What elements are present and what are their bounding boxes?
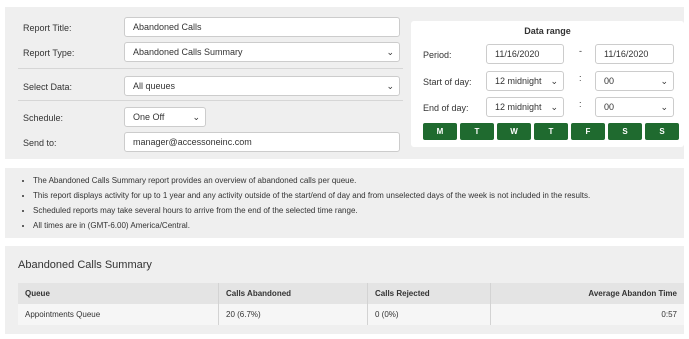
- chevron-down-icon: ⌄: [386, 47, 394, 57]
- report-type-select[interactable]: Abandoned Calls Summary ⌄: [124, 42, 400, 62]
- start-hour-value: 12 midnight: [495, 76, 542, 86]
- note-item: This report displays activity for up to …: [33, 188, 684, 203]
- start-of-day-row: Start of day: 12 midnight ⌄ : 00 ⌄: [423, 71, 679, 91]
- period-to-value: 11/16/2020: [604, 49, 649, 59]
- chevron-down-icon: ⌄: [550, 102, 558, 112]
- report-type-label: Report Type:: [23, 48, 75, 58]
- schedule-value: One Off: [133, 112, 165, 122]
- period-label: Period:: [423, 50, 452, 60]
- summary-table: Queue Calls Abandoned Calls Rejected Ave…: [18, 283, 684, 325]
- end-separator: :: [579, 99, 582, 109]
- send-to-value: manager@accessoneinc.com: [133, 137, 252, 147]
- chevron-down-icon: ⌄: [660, 102, 668, 112]
- report-title-input[interactable]: Abandoned Calls: [124, 17, 400, 37]
- cell-calls-rejected: 0 (0%): [368, 304, 491, 325]
- day-toggle-wednesday[interactable]: W: [497, 123, 531, 140]
- start-minute-select[interactable]: 00 ⌄: [595, 71, 674, 91]
- column-header-calls-abandoned[interactable]: Calls Abandoned: [219, 283, 368, 304]
- report-notes: The Abandoned Calls Summary report provi…: [5, 168, 684, 238]
- send-to-input[interactable]: manager@accessoneinc.com: [124, 132, 400, 152]
- summary-title: Abandoned Calls Summary: [18, 259, 152, 271]
- schedule-label: Schedule:: [23, 113, 64, 123]
- report-title-value: Abandoned Calls: [133, 22, 202, 32]
- table-header: Queue Calls Abandoned Calls Rejected Ave…: [18, 283, 684, 304]
- chevron-down-icon: ⌄: [660, 76, 668, 86]
- column-header-average-abandon-time[interactable]: Average Abandon Time: [491, 283, 684, 304]
- chevron-down-icon: ⌄: [550, 76, 558, 86]
- day-toggle-tuesday[interactable]: T: [460, 123, 494, 140]
- column-header-queue[interactable]: Queue: [18, 283, 219, 304]
- report-title-row: Report Title: Abandoned Calls: [23, 17, 403, 39]
- data-range-title: Data range: [524, 26, 571, 36]
- data-range-panel: Data range Period: 11/16/2020 - 11/16/20…: [411, 21, 684, 147]
- weekday-selector: M T W T F S S: [423, 123, 679, 140]
- chevron-down-icon: ⌄: [386, 81, 394, 91]
- cell-average-abandon-time: 0:57: [661, 310, 677, 319]
- select-data-row: Select Data: All queues ⌄: [23, 76, 403, 98]
- start-minute-value: 00: [604, 76, 615, 86]
- end-hour-select[interactable]: 12 midnight ⌄: [486, 97, 564, 117]
- send-to-row: Send to: manager@accessoneinc.com: [23, 132, 403, 154]
- note-item: All times are in (GMT-6.00) America/Cent…: [33, 218, 684, 233]
- column-header-calls-rejected[interactable]: Calls Rejected: [368, 283, 491, 304]
- day-toggle-monday[interactable]: M: [423, 123, 457, 140]
- period-from-value: 11/16/2020: [495, 49, 540, 59]
- cell-queue: Appointments Queue: [18, 304, 219, 325]
- end-of-day-row: End of day: 12 midnight ⌄ : 00 ⌄: [423, 97, 679, 117]
- day-toggle-friday[interactable]: F: [571, 123, 605, 140]
- schedule-row: Schedule: One Off ⌄: [23, 107, 403, 129]
- schedule-select[interactable]: One Off ⌄: [124, 107, 206, 127]
- period-from-input[interactable]: 11/16/2020: [486, 44, 564, 64]
- day-toggle-saturday[interactable]: S: [608, 123, 642, 140]
- period-to-input[interactable]: 11/16/2020: [595, 44, 674, 64]
- cell-calls-abandoned: 20 (6.7%): [219, 304, 368, 325]
- table-row: Appointments Queue 20 (6.7%) 0 (0%) 0:57: [18, 304, 684, 325]
- start-hour-select[interactable]: 12 midnight ⌄: [486, 71, 564, 91]
- select-data-value: All queues: [133, 81, 176, 91]
- start-separator: :: [579, 73, 582, 83]
- start-of-day-label: Start of day:: [423, 77, 472, 87]
- report-type-row: Report Type: Abandoned Calls Summary ⌄: [23, 42, 403, 64]
- end-minute-value: 00: [604, 102, 615, 112]
- note-item: Scheduled reports may take several hours…: [33, 203, 684, 218]
- report-type-value: Abandoned Calls Summary: [133, 47, 243, 57]
- select-data-select[interactable]: All queues ⌄: [124, 76, 400, 96]
- select-data-label: Select Data:: [23, 82, 73, 92]
- report-settings-panel: Report Title: Abandoned Calls Report Typ…: [5, 7, 684, 159]
- divider: [18, 100, 403, 101]
- report-title-label: Report Title:: [23, 23, 72, 33]
- summary-panel: Abandoned Calls Summary Queue Calls Aban…: [5, 246, 684, 334]
- chevron-down-icon: ⌄: [192, 112, 200, 122]
- day-toggle-thursday[interactable]: T: [534, 123, 568, 140]
- end-minute-select[interactable]: 00 ⌄: [595, 97, 674, 117]
- send-to-label: Send to:: [23, 138, 57, 148]
- day-toggle-sunday[interactable]: S: [645, 123, 679, 140]
- period-separator: -: [579, 46, 582, 56]
- divider: [18, 68, 403, 69]
- note-item: The Abandoned Calls Summary report provi…: [33, 173, 684, 188]
- end-hour-value: 12 midnight: [495, 102, 542, 112]
- end-of-day-label: End of day:: [423, 103, 469, 113]
- period-row: Period: 11/16/2020 - 11/16/2020: [423, 44, 679, 64]
